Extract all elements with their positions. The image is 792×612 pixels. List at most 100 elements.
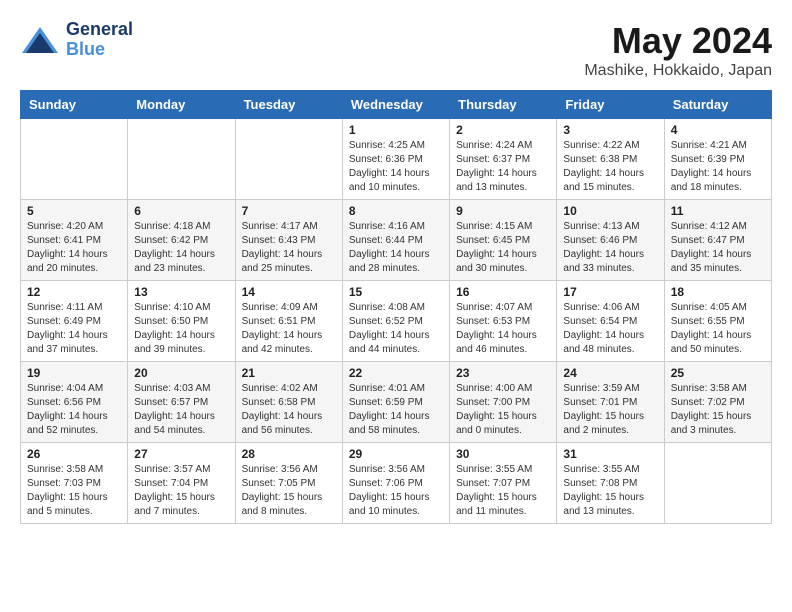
day-number: 9 — [456, 204, 550, 218]
day-number: 22 — [349, 366, 443, 380]
calendar-cell: 3Sunrise: 4:22 AM Sunset: 6:38 PM Daylig… — [557, 119, 664, 200]
day-number: 24 — [563, 366, 657, 380]
month-year-title: May 2024 — [584, 20, 772, 62]
day-info: Sunrise: 3:59 AM Sunset: 7:01 PM Dayligh… — [563, 382, 657, 438]
calendar-cell: 4 Sunrise: 4:21 AM Sunset: 6:39 PM Daylig… — [664, 119, 771, 200]
day-info: Sunrise: 4:01 AM Sunset: 6:59 PM Dayligh… — [349, 382, 443, 438]
week-row-3: 12 Sunrise: 4:11 AM Sunset: 6:49 PM Dayli… — [21, 281, 772, 362]
calendar-cell: 11 Sunrise: 4:12 AM Sunset: 6:47 PM Dayli… — [664, 200, 771, 281]
day-number: 5 — [27, 204, 121, 218]
day-info: Sunrise: 4:11 AM Sunset: 6:49 PM Dayligh… — [27, 301, 121, 357]
weekday-header-saturday: Saturday — [664, 91, 771, 119]
day-info: Sunrise: 4:10 AM Sunset: 6:50 PM Dayligh… — [134, 301, 228, 357]
day-number: 18 — [671, 285, 765, 299]
week-row-1: 1 Sunrise: 4:25 AM Sunset: 6:36 PM Daylig… — [21, 119, 772, 200]
logo: General Blue — [20, 20, 133, 60]
page-header: General Blue May 2024 Mashike, Hokkaido,… — [20, 20, 772, 80]
weekday-header-wednesday: Wednesday — [342, 91, 449, 119]
day-number: 16 — [456, 285, 550, 299]
calendar-cell: 26Sunrise: 3:58 AM Sunset: 7:03 PM Dayli… — [21, 443, 128, 524]
day-number: 30 — [456, 447, 550, 461]
calendar-table: SundayMondayTuesdayWednesdayThursdayFrid… — [20, 90, 772, 524]
day-number: 26 — [27, 447, 121, 461]
day-info: Sunrise: 4:18 AM Sunset: 6:42 PM Dayligh… — [134, 220, 228, 276]
day-info: Sunrise: 4:13 AM Sunset: 6:46 PM Dayligh… — [563, 220, 657, 276]
day-info: Sunrise: 4:04 AM Sunset: 6:56 PM Dayligh… — [27, 382, 121, 438]
calendar-cell — [21, 119, 128, 200]
weekday-header-tuesday: Tuesday — [235, 91, 342, 119]
calendar-cell — [664, 443, 771, 524]
day-number: 4 — [671, 123, 765, 137]
day-number: 11 — [671, 204, 765, 218]
day-number: 29 — [349, 447, 443, 461]
calendar-cell: 21Sunrise: 4:02 AM Sunset: 6:58 PM Dayli… — [235, 362, 342, 443]
calendar-cell: 13 Sunrise: 4:10 AM Sunset: 6:50 PM Dayli… — [128, 281, 235, 362]
calendar-cell: 25 Sunrise: 3:58 AM Sunset: 7:02 PM Dayli… — [664, 362, 771, 443]
day-info: Sunrise: 4:03 AM Sunset: 6:57 PM Dayligh… — [134, 382, 228, 438]
day-info: Sunrise: 3:56 AM Sunset: 7:05 PM Dayligh… — [242, 463, 336, 519]
day-number: 3 — [563, 123, 657, 137]
day-info: Sunrise: 4:09 AM Sunset: 6:51 PM Dayligh… — [242, 301, 336, 357]
calendar-cell: 22 Sunrise: 4:01 AM Sunset: 6:59 PM Dayli… — [342, 362, 449, 443]
day-info: Sunrise: 4:00 AM Sunset: 7:00 PM Dayligh… — [456, 382, 550, 438]
logo-icon — [20, 25, 60, 55]
day-info: Sunrise: 4:16 AM Sunset: 6:44 PM Dayligh… — [349, 220, 443, 276]
calendar-cell: 7Sunrise: 4:17 AM Sunset: 6:43 PM Daylig… — [235, 200, 342, 281]
calendar-cell: 28 Sunrise: 3:56 AM Sunset: 7:05 PM Dayli… — [235, 443, 342, 524]
day-number: 12 — [27, 285, 121, 299]
day-info: Sunrise: 3:56 AM Sunset: 7:06 PM Dayligh… — [349, 463, 443, 519]
day-info: Sunrise: 4:05 AM Sunset: 6:55 PM Dayligh… — [671, 301, 765, 357]
calendar-cell: 27Sunrise: 3:57 AM Sunset: 7:04 PM Dayli… — [128, 443, 235, 524]
day-number: 28 — [242, 447, 336, 461]
day-number: 19 — [27, 366, 121, 380]
day-info: Sunrise: 3:58 AM Sunset: 7:02 PM Dayligh… — [671, 382, 765, 438]
calendar-cell: 24 Sunrise: 3:59 AM Sunset: 7:01 PM Dayli… — [557, 362, 664, 443]
calendar-cell: 1 Sunrise: 4:25 AM Sunset: 6:36 PM Daylig… — [342, 119, 449, 200]
weekday-header-sunday: Sunday — [21, 91, 128, 119]
calendar-cell: 19 Sunrise: 4:04 AM Sunset: 6:56 PM Dayli… — [21, 362, 128, 443]
calendar-cell: 31 Sunrise: 3:55 AM Sunset: 7:08 PM Dayli… — [557, 443, 664, 524]
day-info: Sunrise: 4:20 AM Sunset: 6:41 PM Dayligh… — [27, 220, 121, 276]
calendar-cell: 14 Sunrise: 4:09 AM Sunset: 6:51 PM Dayli… — [235, 281, 342, 362]
day-number: 25 — [671, 366, 765, 380]
calendar-cell: 6Sunrise: 4:18 AM Sunset: 6:42 PM Daylig… — [128, 200, 235, 281]
day-info: Sunrise: 4:15 AM Sunset: 6:45 PM Dayligh… — [456, 220, 550, 276]
calendar-cell: 20 Sunrise: 4:03 AM Sunset: 6:57 PM Dayli… — [128, 362, 235, 443]
calendar-cell — [235, 119, 342, 200]
day-info: Sunrise: 4:08 AM Sunset: 6:52 PM Dayligh… — [349, 301, 443, 357]
day-number: 23 — [456, 366, 550, 380]
day-number: 2 — [456, 123, 550, 137]
calendar-cell: 29 Sunrise: 3:56 AM Sunset: 7:06 PM Dayli… — [342, 443, 449, 524]
calendar-cell: 16 Sunrise: 4:07 AM Sunset: 6:53 PM Dayli… — [450, 281, 557, 362]
calendar-cell: 17 Sunrise: 4:06 AM Sunset: 6:54 PM Dayli… — [557, 281, 664, 362]
day-number: 20 — [134, 366, 228, 380]
day-number: 10 — [563, 204, 657, 218]
day-info: Sunrise: 4:07 AM Sunset: 6:53 PM Dayligh… — [456, 301, 550, 357]
calendar-cell: 2Sunrise: 4:24 AM Sunset: 6:37 PM Daylig… — [450, 119, 557, 200]
week-row-4: 19 Sunrise: 4:04 AM Sunset: 6:56 PM Dayli… — [21, 362, 772, 443]
day-info: Sunrise: 4:12 AM Sunset: 6:47 PM Dayligh… — [671, 220, 765, 276]
location-title: Mashike, Hokkaido, Japan — [584, 62, 772, 80]
day-info: Sunrise: 4:25 AM Sunset: 6:36 PM Dayligh… — [349, 139, 443, 195]
day-number: 8 — [349, 204, 443, 218]
day-info: Sunrise: 4:21 AM Sunset: 6:39 PM Dayligh… — [671, 139, 765, 195]
day-number: 15 — [349, 285, 443, 299]
day-number: 1 — [349, 123, 443, 137]
weekday-header-thursday: Thursday — [450, 91, 557, 119]
day-number: 21 — [242, 366, 336, 380]
calendar-cell: 12 Sunrise: 4:11 AM Sunset: 6:49 PM Dayli… — [21, 281, 128, 362]
day-number: 14 — [242, 285, 336, 299]
day-number: 13 — [134, 285, 228, 299]
day-info: Sunrise: 3:55 AM Sunset: 7:08 PM Dayligh… — [563, 463, 657, 519]
logo-text: General Blue — [66, 20, 133, 60]
calendar-cell: 23 Sunrise: 4:00 AM Sunset: 7:00 PM Dayli… — [450, 362, 557, 443]
day-number: 17 — [563, 285, 657, 299]
day-info: Sunrise: 3:55 AM Sunset: 7:07 PM Dayligh… — [456, 463, 550, 519]
weekday-header-friday: Friday — [557, 91, 664, 119]
calendar-cell: 9 Sunrise: 4:15 AM Sunset: 6:45 PM Daylig… — [450, 200, 557, 281]
day-number: 31 — [563, 447, 657, 461]
day-info: Sunrise: 4:06 AM Sunset: 6:54 PM Dayligh… — [563, 301, 657, 357]
calendar-cell: 10 Sunrise: 4:13 AM Sunset: 6:46 PM Dayli… — [557, 200, 664, 281]
weekday-header-row: SundayMondayTuesdayWednesdayThursdayFrid… — [21, 91, 772, 119]
calendar-cell: 5 Sunrise: 4:20 AM Sunset: 6:41 PM Daylig… — [21, 200, 128, 281]
